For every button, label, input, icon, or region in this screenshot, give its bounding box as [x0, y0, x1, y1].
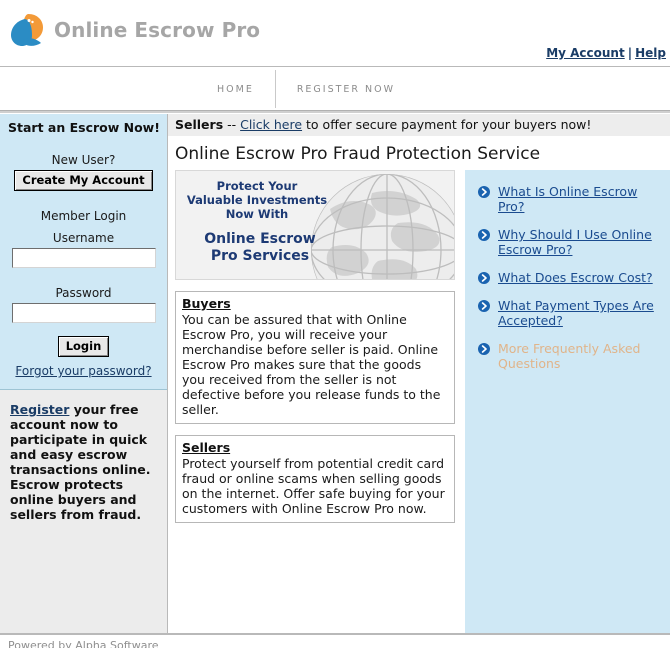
faq-item-what-is[interactable]: What Is Online Escrow Pro?	[475, 184, 662, 214]
register-promo-body: your free account now to participate in …	[10, 402, 151, 522]
sellers-info-box: Sellers Protect yourself from potential …	[175, 435, 455, 523]
faq-item-more-questions[interactable]: More Frequently Asked Questions	[475, 341, 662, 371]
faq-item-cost[interactable]: What Does Escrow Cost?	[475, 270, 662, 285]
sellers-heading: Sellers	[182, 440, 231, 455]
create-my-account-button[interactable]: Create My Account	[14, 170, 153, 191]
login-button-wrap: Login	[0, 333, 167, 357]
escrow-login-panel: Start an Escrow Now! New User? Create My…	[0, 114, 167, 389]
chevron-right-circle-icon	[478, 300, 490, 312]
faq-link-why-use[interactable]: Why Should I Use Online Escrow Pro?	[498, 227, 662, 257]
page-title: Online Escrow Pro Fraud Protection Servi…	[175, 144, 541, 164]
sellers-promo-dashes: --	[223, 117, 241, 132]
left-sidebar: Start an Escrow Now! New User? Create My…	[0, 114, 168, 633]
register-link[interactable]: Register	[10, 402, 69, 417]
faq-item-why-use[interactable]: Why Should I Use Online Escrow Pro?	[475, 227, 662, 257]
member-login-block: Member Login Username Password Login For…	[0, 209, 167, 379]
password-input[interactable]	[11, 303, 156, 323]
hero-banner: Protect Your Valuable Investments Now Wi…	[175, 170, 455, 280]
chevron-right-circle-icon	[478, 186, 490, 198]
nav-item-home[interactable]: HOME	[196, 70, 275, 108]
banner-subhead: Online Escrow Pro Services	[176, 231, 344, 265]
page-root: Online Escrow Pro My Account | Help HOME R…	[0, 0, 670, 648]
banner-line-1: Protect Your	[216, 179, 298, 193]
footer-divider	[0, 633, 670, 635]
username-label: Username	[52, 231, 115, 245]
buyers-heading: Buyers	[182, 296, 231, 311]
faq-link-cost[interactable]: What Does Escrow Cost?	[498, 270, 653, 285]
chevron-right-circle-icon	[478, 272, 490, 284]
content-columns: Protect Your Valuable Investments Now Wi…	[168, 170, 670, 633]
buyers-info-box: Buyers You can be assured that with Onli…	[175, 291, 455, 424]
faq-link-more-questions[interactable]: More Frequently Asked Questions	[498, 341, 662, 371]
username-input[interactable]	[11, 248, 156, 268]
link-separator: |	[627, 46, 633, 60]
content-left-column: Protect Your Valuable Investments Now Wi…	[168, 170, 465, 633]
sidebar-title: Start an Escrow Now!	[8, 120, 160, 135]
site-header: Online Escrow Pro My Account | Help	[0, 0, 670, 67]
brand-name: Online Escrow Pro	[54, 18, 261, 42]
banner-headline: Protect Your Valuable Investments Now Wi…	[176, 179, 338, 221]
register-promo-text: Register your free account now to partic…	[10, 402, 157, 522]
faq-panel: What Is Online Escrow Pro? Why Should I …	[465, 170, 670, 633]
sellers-promo-prefix: Sellers	[175, 117, 224, 132]
footer-text: Powered by Alpha Software	[8, 639, 159, 648]
faq-link-payment-types[interactable]: What Payment Types Are Accepted?	[498, 298, 662, 328]
buyers-body: You can be assured that with Online Escr…	[182, 312, 441, 417]
faq-item-payment-types[interactable]: What Payment Types Are Accepted?	[475, 298, 662, 328]
member-login-label: Member Login	[40, 209, 127, 223]
my-account-link[interactable]: My Account	[546, 46, 625, 60]
escrow-leaf-logo-icon	[11, 14, 43, 46]
password-label: Password	[55, 286, 112, 300]
main-content: Sellers -- Click here to offer secure pa…	[168, 114, 670, 633]
nav-item-list: HOME REGISTER NOW	[196, 70, 416, 108]
page-body: Start an Escrow Now! New User? Create My…	[0, 114, 670, 633]
faq-link-what-is[interactable]: What Is Online Escrow Pro?	[498, 184, 662, 214]
sellers-body: Protect yourself from potential credit c…	[182, 456, 445, 516]
click-here-link[interactable]: Click here	[240, 117, 302, 132]
sellers-promo-suffix: to offer secure payment for your buyers …	[302, 117, 592, 132]
register-promo-panel: Register your free account now to partic…	[0, 389, 167, 633]
new-user-label: New User?	[51, 153, 116, 167]
account-links: My Account | Help	[546, 46, 666, 60]
chevron-right-circle-icon	[478, 343, 490, 355]
chevron-right-circle-icon	[478, 229, 490, 241]
login-button[interactable]: Login	[57, 336, 110, 357]
banner-line-5: Pro Services	[210, 248, 310, 264]
banner-line-4: Online Escrow	[204, 231, 316, 247]
forgot-password-link[interactable]: Forgot your password?	[15, 364, 151, 378]
banner-line-2: Valuable Investments	[186, 193, 328, 207]
nav-item-register-now[interactable]: REGISTER NOW	[276, 70, 416, 108]
site-logo[interactable]: Online Escrow Pro	[8, 10, 260, 50]
sellers-promo-bar: Sellers -- Click here to offer secure pa…	[168, 114, 670, 136]
help-link[interactable]: Help	[635, 46, 666, 60]
banner-line-3: Now With	[225, 207, 289, 221]
main-nav: HOME REGISTER NOW	[0, 67, 670, 111]
new-user-block: New User? Create My Account	[0, 153, 167, 191]
nav-bottom-rule	[0, 110, 670, 113]
